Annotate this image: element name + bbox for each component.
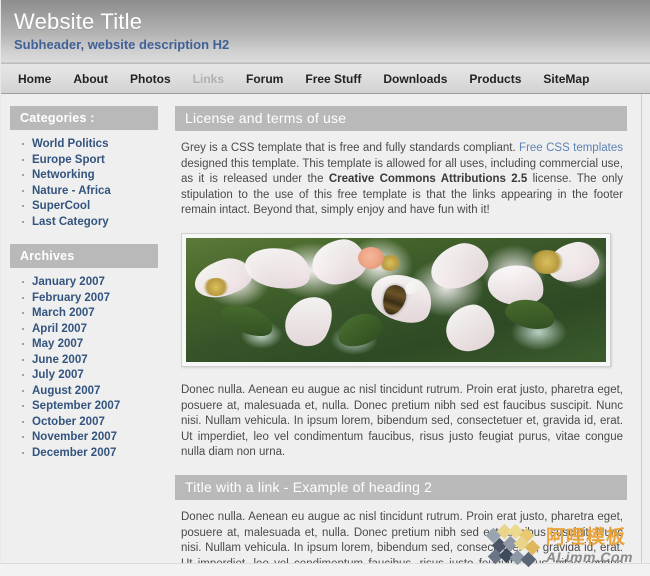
sidebar-link-june-2007[interactable]: June 2007: [32, 354, 88, 366]
sidebar-link-november-2007[interactable]: November 2007: [32, 431, 117, 443]
license-text-1: Grey is a CSS template that is free and …: [181, 142, 520, 154]
sidebar-link-may-2007[interactable]: May 2007: [32, 338, 83, 350]
sidebar-link-february-2007[interactable]: February 2007: [32, 292, 110, 304]
main-navigation: Home About Photos Links Forum Free Stuff Downl…: [0, 63, 650, 94]
list-item: July 2007: [22, 368, 165, 384]
sidebar-heading-archives: Archives: [10, 244, 158, 268]
list-item: World Politics: [22, 137, 165, 153]
watermark-chinese-text: 阿哩模板: [546, 526, 627, 548]
sidebar-box-archives: Archives January 2007 February 2007 March …: [10, 244, 165, 461]
sidebar-link-september-2007[interactable]: September 2007: [32, 400, 120, 412]
sidebar-heading-categories: Categories :: [10, 106, 158, 130]
sidebar-link-world-politics[interactable]: World Politics: [32, 138, 108, 150]
petal-shape: [277, 287, 341, 355]
watermark-text: 阿哩模板 ALimm.Com: [546, 526, 633, 565]
list-item: November 2007: [22, 430, 165, 446]
page-left-edge: [0, 0, 1, 576]
list-item: September 2007: [22, 399, 165, 415]
site-header: Website Title Subheader, website descrip…: [0, 0, 650, 63]
sidebar-link-april-2007[interactable]: April 2007: [32, 323, 87, 335]
petal-shape: [241, 241, 315, 295]
sidebar: Categories : World Politics Europe Sport N…: [0, 94, 165, 574]
sidebar-link-europe-sport[interactable]: Europe Sport: [32, 154, 105, 166]
petal-shape: [444, 302, 497, 354]
list-item: Europe Sport: [22, 153, 165, 169]
sidebar-link-last-category[interactable]: Last Category: [32, 216, 109, 228]
watermark-logo-icon: [485, 523, 542, 568]
main-content: License and terms of use Grey is a CSS t…: [165, 94, 641, 576]
blossom-center: [358, 246, 385, 269]
stamen-shape: [202, 277, 229, 296]
sidebar-link-july-2007[interactable]: July 2007: [32, 369, 84, 381]
blossom-photo: [186, 237, 606, 362]
nav-item-home[interactable]: Home: [18, 72, 51, 86]
sidebar-box-categories: Categories : World Politics Europe Sport N…: [10, 106, 165, 230]
body-wrapper: Categories : World Politics Europe Sport N…: [0, 94, 650, 576]
watermark-english-text: ALimm.Com: [546, 549, 633, 565]
content-paragraph-1: Donec nulla. Aenean eu augue ac nisl tin…: [181, 383, 623, 459]
watermark-overlay: 阿哩模板 ALimm.Com: [485, 522, 644, 570]
list-item: Last Category: [22, 215, 165, 231]
sidebar-list-archives: January 2007 February 2007 March 2007 April…: [10, 268, 165, 461]
list-item: December 2007: [22, 446, 165, 462]
sidebar-list-categories: World Politics Europe Sport Networking Natu…: [10, 130, 165, 230]
nav-item-products[interactable]: Products: [469, 72, 521, 86]
leaf-shape: [333, 308, 387, 352]
sidebar-link-october-2007[interactable]: October 2007: [32, 416, 105, 428]
sidebar-link-august-2007[interactable]: August 2007: [32, 385, 100, 397]
list-item: August 2007: [22, 384, 165, 400]
petal-shape: [424, 237, 493, 296]
list-item: April 2007: [22, 322, 165, 338]
leaf-shape: [216, 298, 277, 343]
nav-item-forum[interactable]: Forum: [246, 72, 283, 86]
sidebar-link-nature-africa[interactable]: Nature - Africa: [32, 185, 111, 197]
list-item: May 2007: [22, 337, 165, 353]
nav-item-about[interactable]: About: [73, 72, 108, 86]
sidebar-link-january-2007[interactable]: January 2007: [32, 276, 105, 288]
sidebar-link-march-2007[interactable]: March 2007: [32, 307, 95, 319]
list-item: January 2007: [22, 275, 165, 291]
photo-frame: [181, 232, 611, 367]
list-item: February 2007: [22, 291, 165, 307]
body-inner: Categories : World Politics Europe Sport N…: [0, 94, 642, 576]
sidebar-link-supercool[interactable]: SuperCool: [32, 200, 90, 212]
section-heading-license: License and terms of use: [175, 106, 627, 131]
page-subtitle: Subheader, website description H2: [14, 37, 230, 52]
list-item: Networking: [22, 168, 165, 184]
section-heading-title-with-link: Title with a link - Example of heading 2: [175, 474, 627, 500]
sidebar-link-december-2007[interactable]: December 2007: [32, 447, 116, 459]
list-item: October 2007: [22, 415, 165, 431]
list-item: SuperCool: [22, 199, 165, 215]
nav-item-downloads[interactable]: Downloads: [383, 72, 447, 86]
nav-item-photos[interactable]: Photos: [130, 72, 171, 86]
nav-item-links: Links: [192, 71, 225, 86]
free-css-templates-link[interactable]: Free CSS templates: [519, 142, 623, 154]
license-bold-text: Creative Commons Attributions 2.5: [328, 173, 528, 186]
page-title: Website Title: [14, 9, 143, 34]
nav-item-free-stuff[interactable]: Free Stuff: [305, 72, 361, 86]
page-root: Website Title Subheader, website descrip…: [0, 0, 650, 576]
nav-item-sitemap[interactable]: SiteMap: [543, 72, 589, 86]
list-item: June 2007: [22, 353, 165, 369]
license-paragraph: Grey is a CSS template that is free and …: [175, 141, 627, 219]
list-item: March 2007: [22, 306, 165, 322]
sidebar-link-networking[interactable]: Networking: [32, 169, 95, 181]
list-item: Nature - Africa: [22, 184, 165, 200]
diamond-shape: [520, 551, 537, 568]
